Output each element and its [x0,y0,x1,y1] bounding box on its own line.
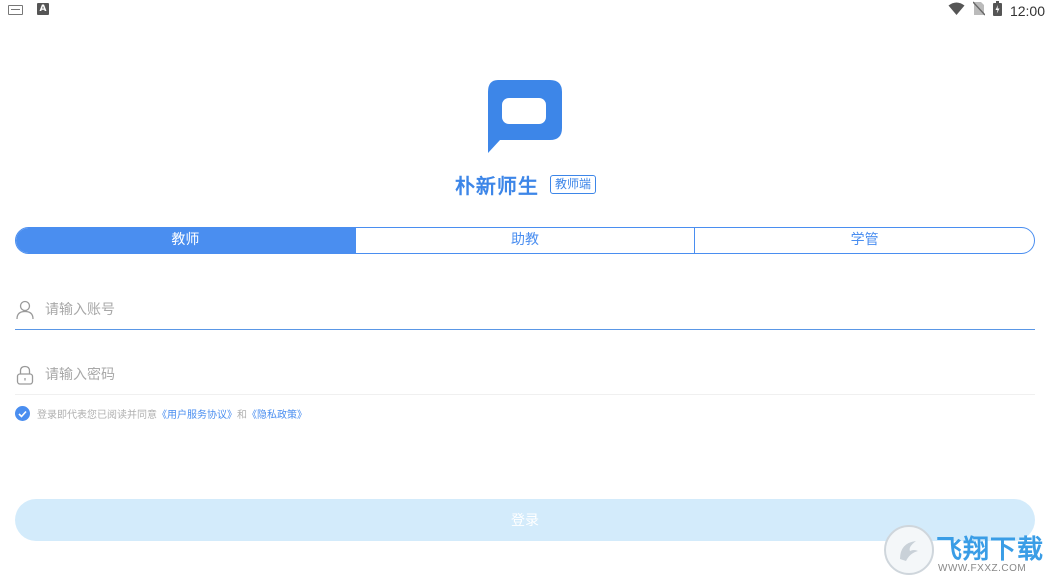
tab-teacher[interactable]: 教师 [16,228,355,253]
agree-checkbox[interactable] [15,406,30,421]
watermark-logo-icon [884,525,934,575]
role-segmented-control: 教师 助教 学管 [15,227,1035,254]
privacy-link[interactable]: 《隐私政策》 [247,406,307,421]
tab-assistant[interactable]: 助教 [354,228,695,253]
account-input[interactable] [45,301,1035,318]
lock-icon [15,365,35,385]
teacher-edition-badge: 教师端 [550,175,597,194]
terms-link[interactable]: 《用户服务协议》 [157,406,237,421]
a-notification-icon: A [37,3,49,15]
password-input[interactable] [45,366,1035,383]
user-icon [15,300,35,320]
agreement-row: 登录即代表您已阅读并同意 《用户服务协议》 和 《隐私政策》 [15,406,307,421]
clock: 12:00 [1009,2,1045,19]
watermark-title: 飞翔下载 [936,535,1045,565]
tab-student-manager[interactable]: 学管 [694,228,1034,253]
agreement-conjunction: 和 [237,410,247,421]
app-brand: 朴新师生 教师端 [0,170,1051,199]
app-name: 朴新师生 [454,174,539,198]
wifi-icon [948,1,965,20]
site-watermark: 飞翔下载 WWW.FXXZ.COM [884,525,1051,586]
battery-charging-icon [992,1,1002,20]
password-field [15,355,1035,395]
chat-bubble-logo-icon [486,80,562,156]
login-button[interactable]: 登录 [15,499,1035,541]
keyboard-icon [8,5,23,15]
agreement-prefix: 登录即代表您已阅读并同意 [37,410,157,421]
check-icon [18,410,27,418]
watermark-url: WWW.FXXZ.COM [938,563,1027,574]
account-field [15,290,1035,330]
no-sim-icon [972,1,986,20]
status-bar: A 12:00 [0,0,1051,20]
